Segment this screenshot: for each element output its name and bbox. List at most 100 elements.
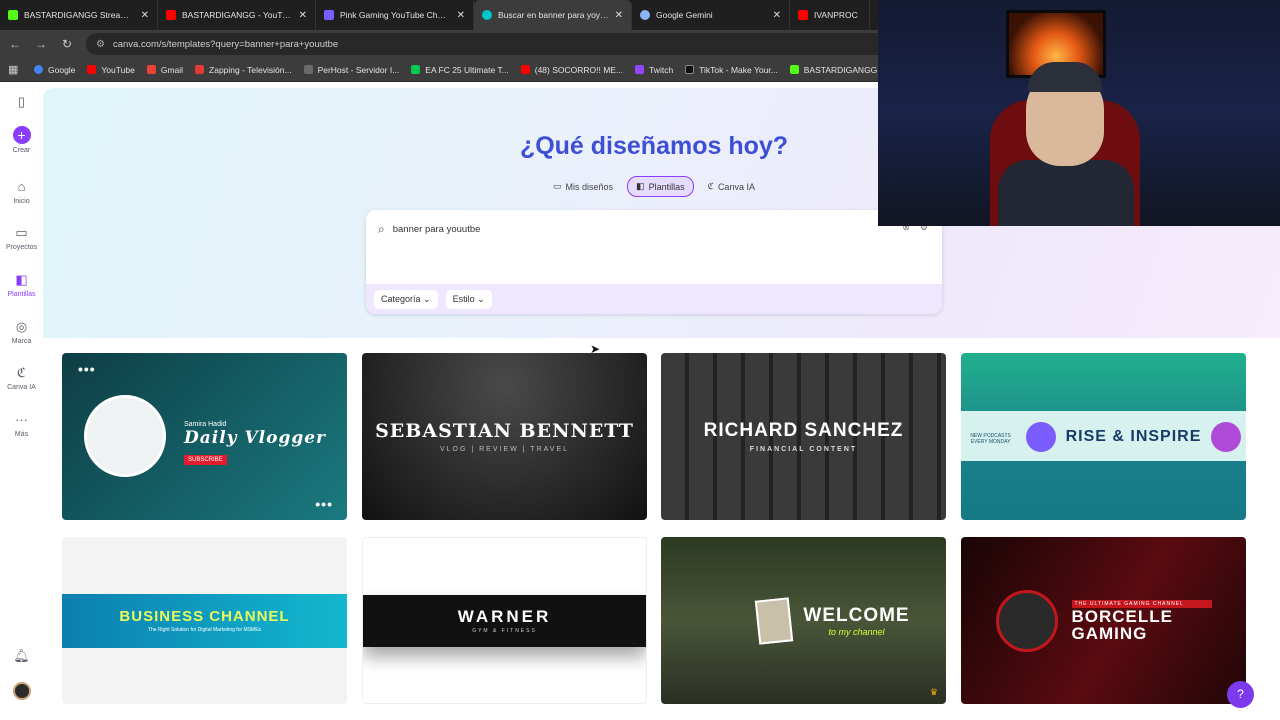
plus-icon: + (12, 126, 31, 144)
close-icon[interactable]: ✕ (773, 10, 781, 21)
template-title: SEBASTIAN BENNETT (375, 420, 634, 442)
more-icon: ··· (15, 412, 28, 427)
template-card-daily-vlogger[interactable]: Samira Hadid Daily Vlogger SUBSCRIBE •••… (62, 353, 347, 520)
gamer-photo (995, 589, 1058, 652)
close-icon[interactable]: ✕ (615, 10, 623, 21)
canva-ai-icon: ℭ (16, 365, 27, 380)
template-title: RISE & INSPIRE (1065, 427, 1202, 445)
youtube-icon (166, 10, 176, 20)
browser-tab-active[interactable]: Buscar en banner para yoyoutbe ✕ (474, 0, 632, 30)
sidebar-item-canva-ia[interactable]: ℭ Canva IA (0, 365, 43, 391)
youtube-icon (87, 65, 97, 74)
browser-tab[interactable]: BASTARDIGANGG Stream - Wa ✕ (0, 0, 158, 30)
template-title: WARNER (457, 607, 552, 626)
google-icon (34, 65, 43, 74)
tiktok-icon (685, 65, 695, 74)
search-value: banner para youutbe (392, 224, 481, 235)
notifications-button[interactable]: 🔔︎ (0, 648, 43, 664)
twitch-icon (635, 65, 645, 74)
filter-categoria[interactable]: Categoría ⌄ (374, 289, 438, 309)
url-text: canva.com/s/templates?query=banner+para+… (112, 38, 339, 50)
sidebar-item-proyectos[interactable]: ▭ Proyectos (0, 225, 43, 251)
creator-photo (755, 596, 794, 645)
template-card-richard-sanchez[interactable]: RICHARD SANCHEZ FINANCIAL CONTENT (661, 353, 946, 520)
bookmark-zapping[interactable]: Zapping - Televisión... (195, 65, 292, 75)
search-input[interactable]: ⌕ banner para youutbe (378, 222, 480, 237)
home-icon: ⌂ (17, 179, 26, 194)
template-card-business-channel[interactable]: BUSINESS CHANNEL The Right Solution for … (62, 537, 347, 704)
bookmark-twitch[interactable]: Twitch (635, 65, 673, 75)
site-info-icon[interactable]: ⚙ (96, 39, 105, 50)
filter-estilo[interactable]: Estilo ⌄ (445, 289, 492, 309)
bookmark-google[interactable]: Google (34, 65, 75, 75)
webcam-overlay (878, 0, 1280, 226)
chevron-down-icon: ⌄ (423, 293, 431, 304)
creator-photo (84, 395, 166, 477)
bookmark-youtube[interactable]: YouTube (87, 65, 135, 75)
template-subtitle: to my channel (828, 626, 885, 637)
chip-mis-disenos[interactable]: ▭ Mis diseños (545, 176, 621, 197)
chip-canva-ia[interactable]: ℭ Canva IA (700, 176, 763, 197)
sidebar-item-marca[interactable]: ◎ Marca (0, 319, 43, 345)
youtube-icon (798, 10, 808, 20)
chip-plantillas[interactable]: ◧ Plantillas (627, 176, 694, 197)
template-card-welcome[interactable]: WELCOME to my channel ♛ (661, 537, 946, 704)
browser-tab[interactable]: BASTARDIGANGG - YouTube ✕ (158, 0, 316, 30)
bookmark-eafc[interactable]: EA FC 25 Ultimate T... (411, 65, 509, 75)
sidebar: ▯ + Crear ⌂ Inicio ▭ Proyectos ◧ Plantil… (0, 82, 43, 720)
bookmark-tiktok[interactable]: TikTok - Make Your... (685, 65, 778, 75)
search-card: ⌕ banner para youutbe ⊗ ⚙ Categoría ⌄ Es… (366, 210, 942, 314)
bookmark-socorro[interactable]: (48) SOCORRO!! ME... (520, 65, 623, 75)
sidebar-toggle[interactable]: ▯ (0, 94, 43, 110)
browser-tab[interactable]: Pink Gaming YouTube Channel ✕ (316, 0, 474, 30)
close-icon[interactable]: ✕ (299, 10, 307, 21)
filter-bar: Categoría ⌄ Estilo ⌄ (366, 284, 942, 314)
template-card-borcelle-gaming[interactable]: THE ULTIMATE GAMING CHANNEL BORCELLE GAM… (961, 537, 1246, 704)
bell-icon: 🔔︎ (13, 648, 30, 663)
zapping-icon (195, 65, 205, 74)
close-icon[interactable]: ✕ (141, 10, 149, 21)
template-title: RICHARD SANCHEZ (703, 420, 904, 441)
template-title: BUSINESS CHANNEL (119, 608, 290, 625)
close-icon[interactable]: ✕ (457, 10, 465, 21)
template-card-rise-inspire[interactable]: NEW PODCASTS EVERY MONDAY RISE & INSPIRE (961, 353, 1246, 520)
templates-icon: ◧ (15, 272, 28, 287)
template-subtitle: The Right Solution for Digital Marketing… (147, 627, 262, 633)
gmail-icon (146, 65, 156, 74)
bookmark-gmail[interactable]: Gmail (146, 65, 183, 75)
sidebar-item-inicio[interactable]: ⌂ Inicio (0, 179, 43, 205)
apps-grid-icon[interactable]: ▦ (8, 63, 22, 76)
more-options-icon[interactable]: ••• (315, 496, 333, 512)
back-icon[interactable]: ← (4, 37, 26, 51)
sidebar-item-plantillas[interactable]: ◧ Plantillas (0, 272, 43, 298)
template-subtitle: GYM & FITNESS (472, 628, 537, 634)
youtube-icon (520, 65, 530, 74)
perhost-icon (303, 65, 313, 74)
template-card-warner[interactable]: WARNER GYM & FITNESS (362, 537, 647, 704)
sidebar-item-mas[interactable]: ··· Más (0, 412, 43, 438)
chevron-down-icon: ⌄ (477, 293, 485, 304)
template-card-sebastian-bennett[interactable]: SEBASTIAN BENNETT VLOG | REVIEW | TRAVEL (362, 353, 647, 520)
templates-icon: ◧ (636, 181, 645, 191)
crown-icon: ♛ (929, 687, 938, 697)
sidebar-item-crear[interactable]: + Crear (0, 126, 43, 154)
brand-icon: ◎ (15, 319, 28, 334)
bookmark-perhost[interactable]: PerHost - Servidor I... (303, 65, 399, 75)
account-button[interactable] (0, 682, 43, 700)
browser-tab[interactable]: IVANPROC (790, 0, 870, 30)
forward-icon[interactable]: → (30, 37, 52, 51)
template-subtitle: VLOG | REVIEW | TRAVEL (439, 446, 570, 453)
more-options-icon[interactable]: ••• (78, 361, 96, 377)
template-title: Daily Vlogger (184, 428, 327, 448)
template-subtitle: NEW PODCASTS EVERY MONDAY (970, 432, 1011, 445)
browser-tab[interactable]: Google Gemini ✕ (632, 0, 790, 30)
avatar (12, 682, 31, 700)
bookmark-bastardigangg[interactable]: BASTARDIGANGG |... (789, 65, 889, 75)
template-title: WELCOME (803, 604, 910, 626)
help-button[interactable]: ? (1227, 681, 1254, 708)
streamer-body (998, 160, 1134, 226)
page-icon (324, 10, 334, 20)
reload-icon[interactable]: ↻ (56, 37, 78, 51)
template-title: BORCELLE GAMING (1071, 606, 1173, 643)
folder-icon: ▭ (15, 225, 28, 240)
